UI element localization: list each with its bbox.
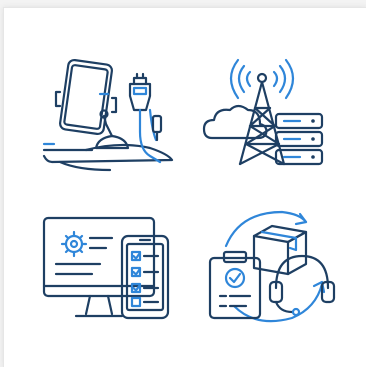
page bbox=[0, 0, 366, 367]
delivery-support-cycle-icon bbox=[208, 210, 336, 323]
car-phone-holder-charger-icon bbox=[42, 58, 174, 172]
cell-tower-cloud-server-icon bbox=[202, 58, 324, 166]
monitor-phone-checklist-icon bbox=[42, 216, 170, 320]
icon-illustration-set bbox=[42, 58, 336, 323]
